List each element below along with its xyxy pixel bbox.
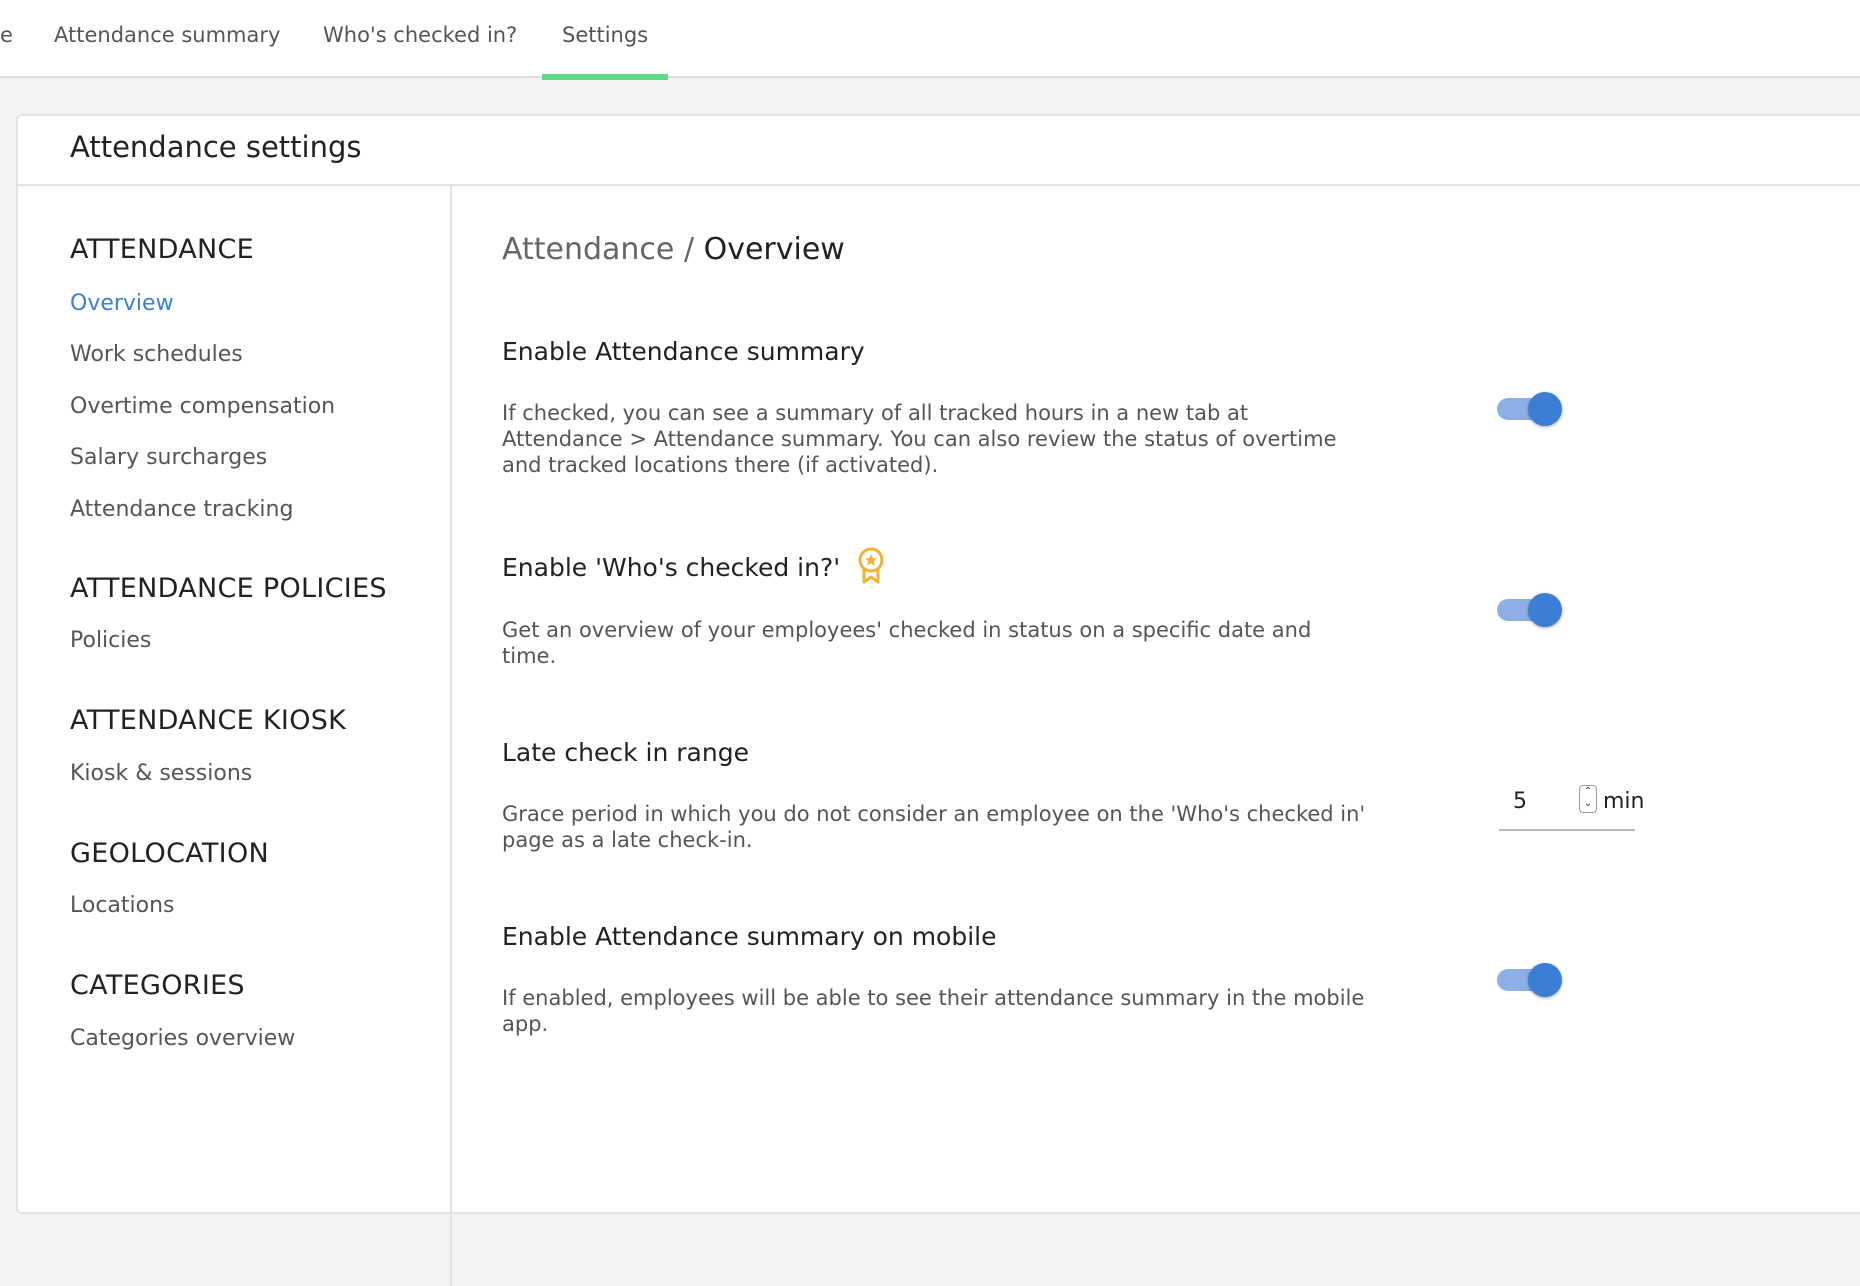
sidebar-item-locations[interactable]: Locations — [70, 893, 175, 918]
sidebar-heading-geolocation: GEOLOCATION — [70, 838, 269, 869]
top-tab-bar: e Attendance summary Who's checked in? S… — [0, 0, 1860, 80]
sidebar-item-salary-surcharges[interactable]: Salary surcharges — [70, 445, 267, 470]
sidebar-item-kiosk-sessions[interactable]: Kiosk & sessions — [70, 761, 252, 786]
sidebar-item-overview[interactable]: Overview — [70, 291, 174, 316]
attendance-summary-toggle[interactable] — [1497, 392, 1563, 426]
toggle-knob — [1528, 593, 1562, 627]
sidebar-divider — [450, 186, 452, 1286]
card-divider — [18, 184, 1860, 186]
stepper-up-icon[interactable]: ⌃ — [1580, 786, 1596, 798]
premium-badge-icon — [856, 547, 886, 591]
card-title: Attendance settings — [70, 130, 362, 164]
setting-desc-summary-mobile: If enabled, employees will be able to se… — [502, 986, 1365, 1036]
sidebar-heading-attendance: ATTENDANCE — [70, 234, 255, 265]
setting-title-whos-checked-in: Enable 'Who's checked in?' — [502, 547, 886, 591]
tab-settings[interactable]: Settings — [541, 0, 669, 80]
sidebar-item-attendance-tracking[interactable]: Attendance tracking — [70, 497, 293, 522]
setting-desc-late-check-in: Grace period in which you do not conside… — [502, 802, 1366, 852]
late-check-in-range-field: 5 ⌃ ⌄ min — [1499, 785, 1645, 831]
sidebar-heading-attendance-kiosk: ATTENDANCE KIOSK — [70, 705, 347, 736]
tab-truncated[interactable]: e — [0, 0, 13, 78]
number-stepper[interactable]: ⌃ ⌄ — [1579, 785, 1597, 813]
sidebar-item-policies[interactable]: Policies — [70, 628, 151, 653]
sidebar-item-categories-overview[interactable]: Categories overview — [70, 1026, 295, 1051]
setting-title-text: Enable 'Who's checked in?' — [502, 553, 841, 582]
setting-desc-whos-checked-in: Get an overview of your employees' check… — [502, 618, 1312, 668]
breadcrumb-separator: / — [683, 232, 695, 267]
breadcrumb: Attendance / Overview — [502, 232, 845, 267]
sidebar-heading-categories: CATEGORIES — [70, 970, 245, 1001]
late-check-in-unit: min — [1603, 789, 1645, 814]
setting-title-summary-mobile: Enable Attendance summary on mobile — [502, 922, 997, 951]
breadcrumb-parent[interactable]: Attendance — [502, 232, 674, 267]
sidebar-item-overtime-compensation[interactable]: Overtime compensation — [70, 394, 335, 419]
setting-title-attendance-summary: Enable Attendance summary — [502, 337, 865, 366]
breadcrumb-current: Overview — [703, 232, 845, 267]
toggle-knob — [1528, 963, 1562, 997]
tab-whos-checked-in[interactable]: Who's checked in? — [323, 0, 517, 78]
setting-desc-attendance-summary: If checked, you can see a summary of all… — [502, 401, 1337, 477]
stepper-down-icon[interactable]: ⌄ — [1580, 798, 1596, 810]
tab-attendance-summary[interactable]: Attendance summary — [54, 0, 280, 78]
whos-checked-in-toggle[interactable] — [1497, 593, 1563, 627]
toggle-knob — [1528, 392, 1562, 426]
late-check-in-range-input[interactable]: 5 — [1513, 789, 1527, 814]
summary-mobile-toggle[interactable] — [1497, 963, 1563, 997]
setting-title-late-check-in: Late check in range — [502, 738, 749, 767]
sidebar-heading-attendance-policies: ATTENDANCE POLICIES — [70, 573, 387, 604]
sidebar-item-work-schedules[interactable]: Work schedules — [70, 342, 243, 367]
